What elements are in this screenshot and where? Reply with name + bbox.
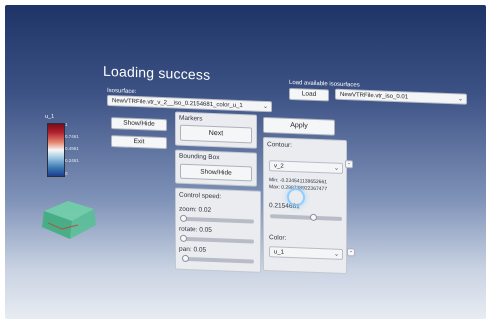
- load-available-dropdown[interactable]: NewVTRFile.vtr_iso_0.01 ⌄: [335, 88, 467, 105]
- rotate-slider-handle[interactable]: [180, 234, 187, 242]
- rotate-label: rotate: 0.05: [179, 225, 212, 234]
- pan-slider-handle[interactable]: [182, 254, 189, 263]
- page-title: Loading success: [103, 62, 211, 83]
- isosurface-label: Isosurface:: [107, 87, 137, 96]
- bounding-box-show-hide-button[interactable]: Show/Hide: [180, 163, 252, 182]
- contour-slider[interactable]: [270, 214, 342, 221]
- zoom-slider-handle[interactable]: [180, 214, 187, 222]
- contour-variable-dropdown[interactable]: v_2 ⌄: [269, 160, 343, 174]
- rotate-slider[interactable]: [182, 236, 254, 244]
- markers-panel: Markers Next: [175, 111, 257, 149]
- exit-button[interactable]: Exit: [111, 135, 167, 150]
- markers-label: Markers: [179, 114, 203, 123]
- contour-slider-handle[interactable]: [309, 213, 317, 221]
- contour-label: Contour:: [267, 141, 292, 150]
- color-minus-button[interactable]: -: [347, 248, 355, 257]
- isosurface-dropdown[interactable]: NewVTRFile.vtr_v_2__iso_0.2154681_color_…: [107, 94, 272, 113]
- apply-label: Apply: [290, 121, 308, 130]
- chevron-down-icon: ⌄: [457, 96, 463, 103]
- show-hide-label: Show/Hide: [123, 119, 155, 128]
- bounding-box-panel: Bounding Box Show/Hide: [175, 149, 257, 187]
- pan-label: pan: 0.05: [179, 245, 207, 254]
- pointer-cursor: [287, 187, 305, 207]
- apply-button[interactable]: Apply: [263, 116, 335, 136]
- zoom-slider[interactable]: [182, 216, 254, 224]
- next-button[interactable]: Next: [180, 124, 252, 144]
- next-label: Next: [208, 129, 224, 138]
- load-available-selected: NewVTRFile.vtr_iso_0.01: [340, 91, 409, 101]
- load-button-label: Load: [301, 90, 317, 98]
- isosurface-selected: NewVTRFile.vtr_v_2__iso_0.2154681_color_…: [112, 98, 243, 110]
- chevron-down-icon: ⌄: [262, 103, 268, 111]
- chevron-down-icon: ⌄: [333, 165, 339, 172]
- control-speed-label: Control speed:: [179, 191, 222, 201]
- minus-label: -: [348, 161, 350, 168]
- load-available-label: Load available isosurfaces: [289, 79, 360, 89]
- chevron-down-icon: ⌄: [333, 251, 339, 258]
- contour-color-dropdown[interactable]: u_1 ⌄: [269, 246, 343, 260]
- bounding-box-show-hide-label: Show/Hide: [200, 168, 232, 177]
- contour-variable-selected: v_2: [274, 163, 284, 170]
- bounding-box-label: Bounding Box: [179, 152, 220, 162]
- contour-panel: Contour: v_2 ⌄ Min: -0.234541138652661 M…: [263, 136, 347, 275]
- contour-color-label: Color:: [269, 234, 287, 242]
- zoom-label: zoom: 0.02: [179, 205, 212, 214]
- contour-minus-button[interactable]: -: [345, 160, 353, 169]
- exit-label: Exit: [133, 137, 145, 146]
- control-speed-panel: Control speed: zoom: 0.02 rotate: 0.05 p…: [175, 187, 261, 273]
- pan-slider[interactable]: [182, 256, 254, 264]
- minus-label: -: [350, 249, 352, 256]
- show-hide-button[interactable]: Show/Hide: [111, 117, 167, 132]
- load-button[interactable]: Load: [289, 87, 329, 102]
- ui-plane: Loading success Isosurface: NewVTRFile.v…: [5, 5, 486, 319]
- vr-viewport: u_1 1 0.7461 0.4961 0.2461 0 Loading suc…: [5, 5, 486, 319]
- contour-color-selected: u_1: [274, 249, 285, 256]
